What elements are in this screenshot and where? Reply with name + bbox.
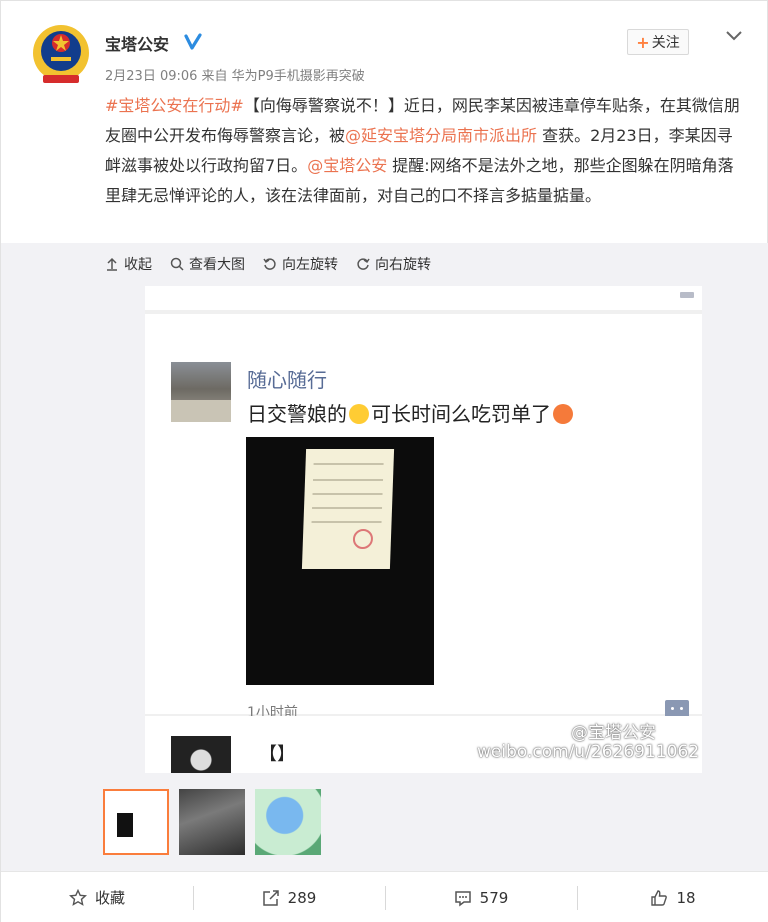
thumbs-up-icon xyxy=(651,889,668,906)
search-icon xyxy=(170,257,184,271)
expanded-image[interactable]: 随心随行 日交警娘的 可长时间么吃罚单了 1小时前 【】 xyxy=(145,286,702,773)
second-post-text: 【】 xyxy=(259,744,295,765)
thumbnail-1-selected[interactable] xyxy=(103,789,169,855)
plus-icon: + xyxy=(636,32,650,52)
rotate-right-icon xyxy=(357,258,370,270)
ticket-photo xyxy=(246,437,434,685)
chevron-down-icon[interactable] xyxy=(725,29,743,43)
favorite-label: 收藏 xyxy=(94,889,125,907)
moments-post: 随心随行 日交警娘的 可长时间么吃罚单了 1小时前 xyxy=(145,314,702,721)
parking-ticket xyxy=(301,449,395,569)
author-name[interactable]: 宝塔公安 xyxy=(105,31,169,55)
weibo-post-card: 宝塔公安 2月23日 09:06 来自 华为P9手机摄影再突破 + 关注 #宝塔… xyxy=(0,0,768,922)
poster-avatar xyxy=(171,362,231,422)
image-thumbnails xyxy=(103,789,321,855)
post-header: 宝塔公安 2月23日 09:06 来自 华为P9手机摄影再突破 + 关注 #宝塔… xyxy=(1,1,768,243)
repost-count: 289 xyxy=(287,888,317,907)
repost-button[interactable]: 289 xyxy=(193,872,385,922)
comment-icon xyxy=(454,890,471,906)
screenshot-top-strip xyxy=(145,286,702,310)
watermark-url: weibo.com/u/2626911062 xyxy=(477,742,700,762)
police-badge-avatar[interactable] xyxy=(31,23,91,87)
thumbnail-2[interactable] xyxy=(179,789,245,855)
like-count: 18 xyxy=(676,888,696,907)
follow-label: 关注 xyxy=(651,35,680,51)
mention-link-1[interactable]: @延安宝塔分局南市派出所 xyxy=(345,126,537,145)
view-large-label: 查看大图 xyxy=(189,257,245,273)
star-icon xyxy=(68,888,87,906)
favorite-button[interactable]: 收藏 xyxy=(1,872,193,922)
comment-count: 579 xyxy=(479,888,509,907)
post-text: #宝塔公安在行动#【向侮辱警察说不！】近日，网民李某因被违章停车贴条，在其微信朋… xyxy=(105,91,745,211)
verified-v-icon xyxy=(184,33,202,50)
poster-text: 日交警娘的 可长时间么吃罚单了 xyxy=(247,398,575,427)
view-large-button[interactable]: 查看大图 xyxy=(170,254,245,274)
action-bar: 收藏 289 579 18 xyxy=(1,871,768,922)
rotate-right-label: 向右旋转 xyxy=(375,257,431,273)
rotate-left-label: 向左旋转 xyxy=(282,257,338,273)
poster-text-b: 可长时间么吃罚单了 xyxy=(371,402,551,426)
image-toolbar: 收起 查看大图 向左旋转 向右旋转 xyxy=(105,254,431,274)
comment-icon xyxy=(680,292,694,298)
poster-text-a: 日交警娘的 xyxy=(247,402,347,426)
post-meta: 2月23日 09:06 来自 华为P9手机摄影再突破 xyxy=(105,69,365,84)
mention-link-2[interactable]: @宝塔公安 xyxy=(307,156,387,175)
watermark-name: @宝塔公安 xyxy=(571,723,656,743)
share-icon xyxy=(262,889,279,906)
laughing-emoji-icon xyxy=(349,404,369,424)
thumbnail-3[interactable] xyxy=(255,789,321,855)
collapse-button[interactable]: 收起 xyxy=(105,254,152,274)
follow-button[interactable]: + 关注 xyxy=(627,29,689,55)
second-poster-avatar xyxy=(171,736,231,773)
angry-emoji-icon xyxy=(553,404,573,424)
hashtag-link[interactable]: #宝塔公安在行动# xyxy=(105,96,244,115)
rotate-left-icon xyxy=(263,258,276,270)
rotate-left-button[interactable]: 向左旋转 xyxy=(263,254,338,274)
arrow-up-icon xyxy=(107,257,117,271)
collapse-label: 收起 xyxy=(124,257,152,273)
like-button[interactable]: 18 xyxy=(577,872,768,922)
comment-button[interactable]: 579 xyxy=(385,872,577,922)
rotate-right-button[interactable]: 向右旋转 xyxy=(356,254,431,274)
poster-name: 随心随行 xyxy=(247,368,327,392)
